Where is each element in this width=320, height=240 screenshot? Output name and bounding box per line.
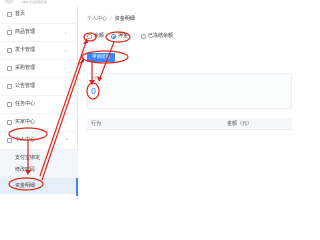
- cart-icon: [7, 66, 12, 71]
- sidebar-item-label: 发卡管理: [15, 47, 36, 53]
- radio-frozen-balance[interactable]: 已冻结余额: [141, 31, 173, 41]
- radio-label: 已冻结余额: [148, 32, 174, 39]
- radio-indicator[interactable]: [141, 33, 146, 39]
- card-icon: [7, 48, 12, 53]
- sidebar-subitem-label: 支付宝绑定: [15, 155, 41, 161]
- sidebar-item-label: 个人中心: [15, 137, 36, 143]
- task-icon: [7, 102, 12, 107]
- chevron-up-icon: ^: [65, 138, 69, 143]
- column-header-action: 行为: [91, 121, 102, 127]
- balance-value: 0: [91, 87, 97, 96]
- sidebar-subitem-label: 修改密码: [15, 167, 36, 173]
- sidebar-item-label: 采购管理: [15, 65, 36, 71]
- chevron-right-icon: ›: [65, 120, 67, 125]
- sidebar-subitem-funds[interactable]: 资金明细: [0, 178, 78, 196]
- box-icon: [7, 30, 12, 35]
- breadcrumb-separator: /: [110, 16, 112, 22]
- user-group-icon: [7, 120, 12, 125]
- sidebar-item-label: 商品管理: [15, 29, 36, 35]
- sidebar-item-buyers[interactable]: 买家中心 ›: [0, 114, 78, 132]
- sidebar-item-label: 任务中心: [15, 101, 36, 107]
- breadcrumb: 个人中心 / 资金明细: [87, 16, 135, 23]
- sidebar-item-label: 公告管理: [15, 83, 36, 89]
- sidebar-item-products[interactable]: 商品管理 ›: [0, 24, 78, 42]
- radio-label: 余额: [94, 32, 105, 39]
- sidebar-item-purchase[interactable]: 采购管理 ›: [0, 60, 78, 78]
- balance-label: 余额: [91, 76, 98, 80]
- main-content: 个人中心 / 资金明细 余额 押金 已冻结余额 申请提现 余额 0 行为 金额（元）: [79, 6, 300, 200]
- radio-indicator[interactable]: [87, 33, 92, 39]
- sidebar: 首页 商品管理 › 发卡管理 › 采购管理 › 公告管理 › 任务中心 › 买家…: [0, 6, 78, 200]
- app-root: 一体化平台管理系统 首页 商品管理 › 发卡管理 › 采购管理 › 公告管理 ›: [0, 0, 300, 200]
- radio-deposit[interactable]: 押金: [111, 31, 128, 41]
- radio-indicator[interactable]: [111, 33, 116, 39]
- sidebar-item-cards[interactable]: 发卡管理 ›: [0, 42, 78, 60]
- breadcrumb-current: 资金明细: [114, 16, 135, 22]
- home-icon: [7, 12, 12, 17]
- sidebar-item-personal[interactable]: 个人中心 ^: [0, 132, 78, 150]
- sidebar-item-label: 首页: [15, 11, 26, 17]
- chevron-right-icon: ›: [65, 102, 67, 107]
- radio-label: 押金: [118, 32, 129, 39]
- column-header-amount: 金额（元）: [227, 121, 253, 127]
- sidebar-item-announcements[interactable]: 公告管理 ›: [0, 78, 78, 96]
- logo: [4, 0, 14, 4]
- balance-card: 余额 0: [87, 73, 292, 109]
- apply-withdraw-button[interactable]: 申请提现: [87, 53, 115, 62]
- radio-balance[interactable]: 余额: [87, 31, 104, 41]
- breadcrumb-parent[interactable]: 个人中心: [87, 16, 107, 22]
- chevron-right-icon: ›: [65, 48, 67, 53]
- user-icon: [7, 138, 12, 143]
- fund-type-filter: 余额 押金 已冻结余额: [87, 31, 227, 41]
- chevron-right-icon: ›: [65, 30, 67, 35]
- table-header: 行为 金额（元）: [87, 118, 292, 130]
- chevron-right-icon: ›: [65, 66, 67, 71]
- sidebar-subitem-password[interactable]: 修改密码: [0, 164, 78, 178]
- logo-subtitle: 一体化平台管理系统: [20, 0, 48, 4]
- sidebar-subitem-label: 资金明细: [15, 183, 36, 189]
- chevron-right-icon: ›: [65, 84, 67, 89]
- sidebar-item-home[interactable]: 首页: [0, 6, 78, 24]
- megaphone-icon: [7, 84, 12, 89]
- sidebar-item-label: 买家中心: [15, 119, 36, 125]
- sidebar-item-tasks[interactable]: 任务中心 ›: [0, 96, 78, 114]
